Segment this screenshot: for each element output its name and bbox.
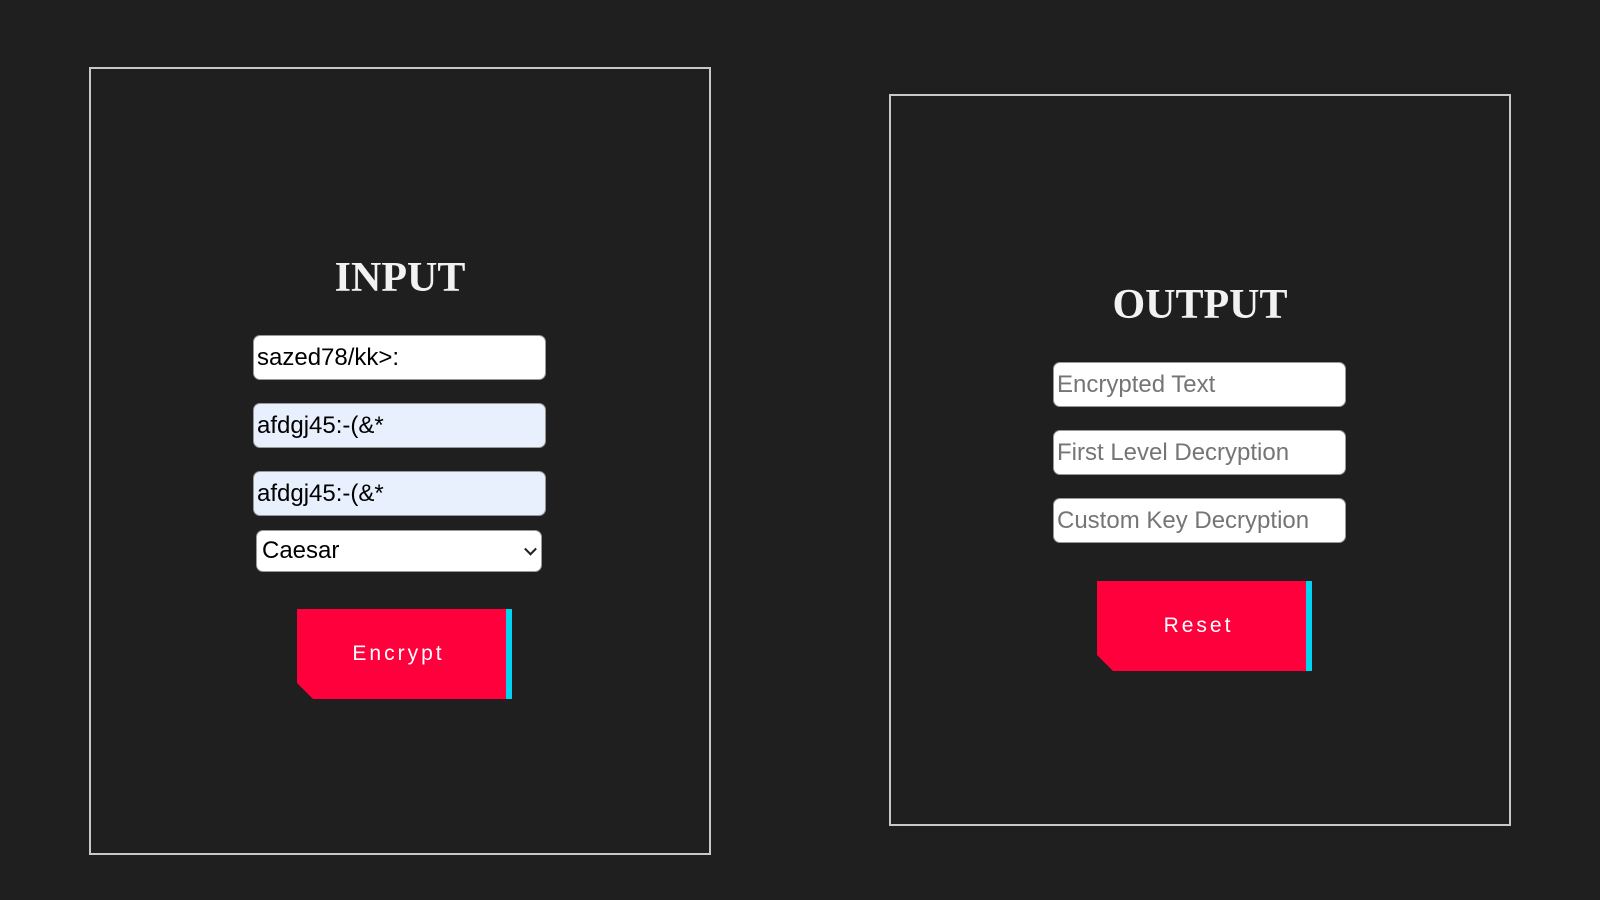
reset-button[interactable]: Reset (1097, 581, 1312, 671)
encrypt-button-label: Encrypt (352, 642, 445, 665)
algorithm-select-value: Caesar (262, 537, 340, 564)
reset-button-label: Reset (1163, 614, 1234, 637)
custom-key-decryption-field[interactable] (1053, 498, 1346, 543)
encrypted-text-field[interactable] (1053, 362, 1346, 407)
first-level-decryption-field[interactable] (1053, 430, 1346, 475)
plain-text-input[interactable] (253, 335, 546, 380)
confirm-key-input[interactable] (253, 471, 546, 516)
encrypt-button[interactable]: Encrypt (297, 609, 512, 699)
key-input[interactable] (253, 403, 546, 448)
input-title: INPUT (334, 255, 466, 301)
chevron-down-icon (524, 542, 537, 556)
output-title: OUTPUT (1112, 282, 1288, 328)
output-panel: OUTPUT Reset (889, 94, 1511, 826)
algorithm-select[interactable]: Caesar (256, 530, 542, 572)
input-panel: INPUT Caesar Encrypt (89, 67, 711, 855)
